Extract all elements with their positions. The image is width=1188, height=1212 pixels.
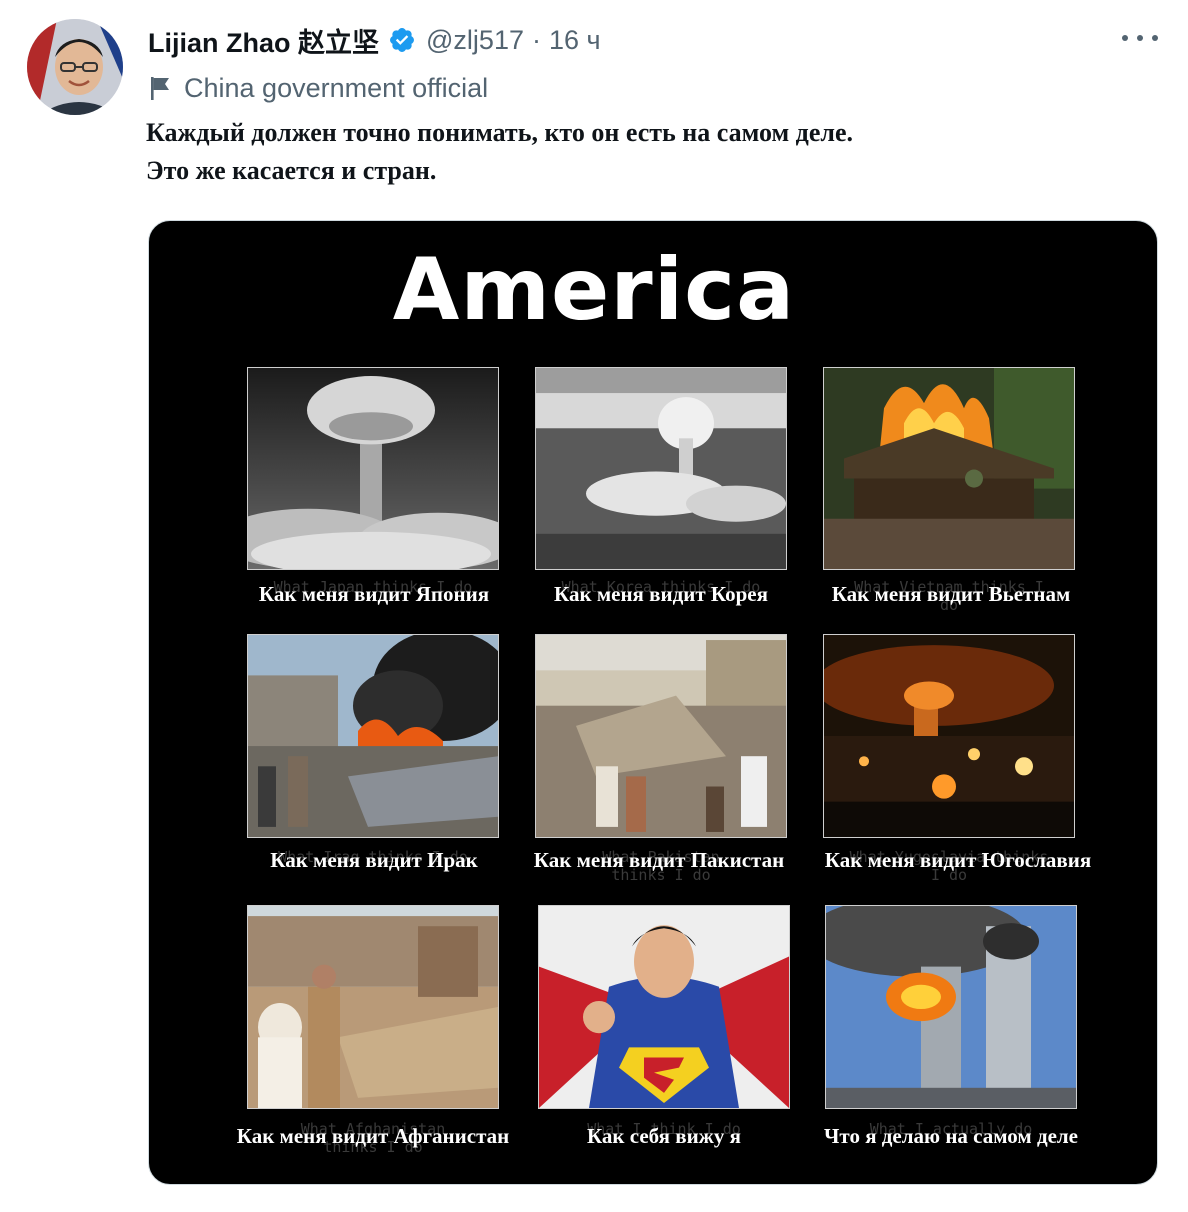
bombed-city-image <box>536 368 786 569</box>
tweet-text-line: Это же касается и стран. <box>146 156 437 185</box>
caption-yugoslavia: Как меня видит Югославия <box>824 848 1092 872</box>
verified-badge-icon <box>388 26 416 54</box>
government-label-text: China government official <box>184 72 489 103</box>
tweet-text-line: Каждый должен точно понимать, кто он ест… <box>146 118 853 147</box>
more-options-icon[interactable] <box>1122 26 1158 50</box>
burning-towers-image <box>826 906 1076 1108</box>
flag-icon <box>151 77 169 100</box>
dot <box>1122 35 1128 41</box>
caption-iraq: Как меня видит Ирак <box>270 848 478 872</box>
panel-korea <box>535 367 787 570</box>
superhero-image <box>539 906 789 1108</box>
tweet-text: Каждый должен точно понимать, кто он ест… <box>146 114 1146 190</box>
caption-self: Как себя вижу я <box>586 1124 742 1148</box>
separator-dot: · <box>531 24 541 55</box>
night-fire-city-image <box>824 635 1074 837</box>
caption-korea: Как меня видит Корея <box>554 582 768 606</box>
caption-pakistan: Как меня видит Пакистан <box>533 848 785 872</box>
dot <box>1152 35 1158 41</box>
panel-afghanistan <box>247 905 499 1109</box>
poster-title: America <box>392 240 796 340</box>
caption-reality: Что я делаю на самом деле <box>824 1124 1078 1148</box>
burning-hut-image <box>824 368 1074 569</box>
mushroom-cloud-image <box>248 368 498 569</box>
avatar-image <box>27 19 123 115</box>
panel-yugoslavia <box>823 634 1075 838</box>
panel-iraq <box>247 634 499 838</box>
panel-japan <box>247 367 499 570</box>
tweet-header: Lijian Zhao 赵立坚 @zlj517 · 16 ч <box>148 22 601 58</box>
rubble-crowd-image <box>536 635 786 837</box>
author-name[interactable]: Lijian Zhao 赵立坚 <box>148 21 379 60</box>
author-handle[interactable]: @zlj517 <box>426 25 524 56</box>
caption-japan: Как меня видит Япония <box>258 582 490 606</box>
author-avatar[interactable] <box>27 19 123 115</box>
caption-afghanistan: Как меня видит Афганистан <box>236 1124 510 1148</box>
panel-vietnam <box>823 367 1075 570</box>
dot <box>1137 35 1143 41</box>
tweet-timestamp[interactable]: 16 ч <box>549 25 601 56</box>
caption-vietnam: Как меня видит Вьетнам <box>831 582 1071 606</box>
collapsed-houses-image <box>248 906 498 1108</box>
smoke-ruins-image <box>248 635 498 837</box>
panel-reality <box>825 905 1077 1109</box>
panel-pakistan <box>535 634 787 838</box>
government-label[interactable]: China government official <box>148 70 488 106</box>
panel-self <box>538 905 790 1109</box>
